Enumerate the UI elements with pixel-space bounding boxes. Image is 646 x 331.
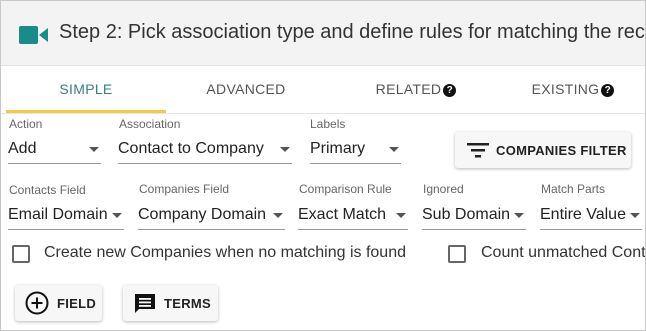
tab-bar: SIMPLE ADVANCED RELATED? EXISTING? (1, 66, 645, 114)
add-circle-icon (25, 291, 49, 315)
tab-advanced-label: ADVANCED (206, 81, 286, 97)
tab-existing[interactable]: EXISTING? (493, 66, 645, 112)
tab-advanced[interactable]: ADVANCED (166, 66, 326, 112)
step-header: Step 2: Pick association type and define… (1, 1, 646, 66)
comparison-rule-value: Exact Match (298, 206, 387, 223)
companies-field-select[interactable]: Company Domain (138, 202, 285, 230)
chevron-down-icon (89, 147, 99, 152)
add-field-button[interactable]: FIELD (15, 285, 102, 321)
action-select[interactable]: Add (8, 136, 101, 164)
chevron-down-icon (514, 213, 524, 218)
match-parts-label: Match Parts (541, 182, 606, 196)
match-parts-select[interactable]: Entire Value (540, 202, 642, 230)
video-camera-icon (19, 26, 48, 44)
chevron-down-icon (273, 213, 283, 218)
companies-field-value: Company Domain (138, 206, 267, 223)
companies-filter-label: COMPANIES FILTER (496, 143, 627, 158)
message-icon (135, 294, 155, 313)
filter-list-icon (467, 143, 489, 158)
help-icon[interactable]: ? (443, 84, 457, 97)
comparison-rule-select[interactable]: Exact Match (298, 202, 408, 230)
tab-existing-label: EXISTING (531, 81, 600, 97)
tab-simple-label: SIMPLE (59, 81, 113, 97)
help-icon[interactable]: ? (601, 84, 615, 97)
labels-label: Labels (310, 117, 346, 131)
action-label: Action (9, 117, 43, 131)
action-value: Add (8, 140, 37, 157)
chevron-down-icon (396, 213, 406, 218)
add-field-label: FIELD (57, 296, 97, 311)
ignored-label: Ignored (423, 182, 464, 196)
contacts-field-value: Email Domain (8, 206, 108, 223)
ignored-select[interactable]: Sub Domain (422, 202, 526, 230)
app-window: Step 2: Pick association type and define… (0, 0, 646, 331)
step-title: Step 2: Pick association type and define… (59, 21, 646, 43)
active-tab-indicator (6, 110, 166, 113)
labels-value: Primary (310, 140, 366, 157)
tab-related-label: RELATED (375, 81, 442, 97)
chevron-down-icon (389, 147, 399, 152)
association-select[interactable]: Contact to Company (118, 136, 292, 164)
companies-field-label: Companies Field (139, 182, 230, 196)
labels-select[interactable]: Primary (310, 136, 401, 164)
create-new-companies-label: Create new Companies when no matching is… (44, 244, 406, 261)
tab-related[interactable]: RELATED? (336, 66, 496, 112)
count-unmatched-checkbox[interactable] (448, 245, 466, 263)
chevron-down-icon (280, 147, 290, 152)
match-parts-value: Entire Value (540, 206, 626, 223)
terms-button[interactable]: TERMS (123, 285, 218, 321)
chevron-down-icon (112, 213, 122, 218)
comparison-rule-label: Comparison Rule (299, 182, 392, 196)
association-value: Contact to Company (118, 140, 264, 157)
companies-filter-button[interactable]: COMPANIES FILTER (455, 132, 631, 168)
terms-label: TERMS (164, 296, 211, 311)
association-label: Association (119, 117, 181, 131)
ignored-value: Sub Domain (422, 206, 511, 223)
contacts-field-label: Contacts Field (9, 183, 86, 197)
create-new-companies-checkbox[interactable] (12, 245, 30, 263)
tab-simple[interactable]: SIMPLE (6, 66, 166, 112)
contacts-field-select[interactable]: Email Domain (8, 202, 124, 230)
count-unmatched-label: Count unmatched Contacts (481, 244, 646, 261)
chevron-down-icon (630, 213, 640, 218)
